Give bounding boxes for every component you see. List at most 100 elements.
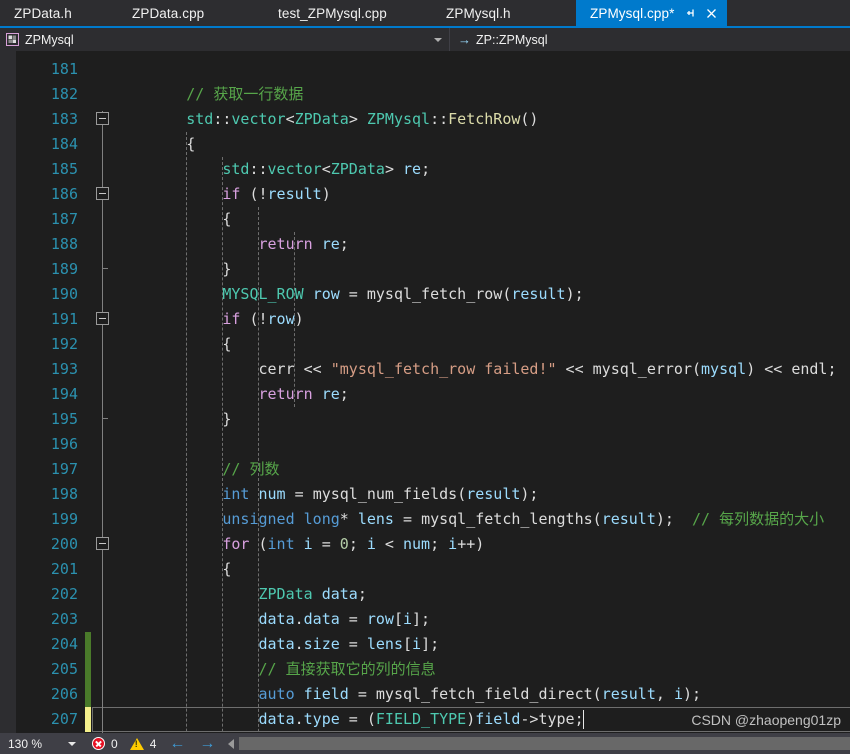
status-bar: 130 % 0 4 ← → [0,733,850,754]
line-number: 199 [50,510,78,528]
code-token: row [366,610,394,628]
line-number: 182 [50,85,78,103]
code-token: . [294,635,304,653]
code-line[interactable]: ZPData data; [114,582,367,607]
editor-tab-3[interactable]: test_ZPMysql.cpp [264,0,432,26]
member-selector-dropdown[interactable]: → ZP::ZPMysql [450,28,850,51]
error-count-value: 0 [111,736,118,751]
code-token: = [339,285,367,303]
editor-tab-1[interactable]: ZPData.h [0,0,118,26]
warning-count-value: 4 [149,736,157,751]
code-token: { [222,335,232,353]
code-line[interactable]: } [114,257,231,282]
code-line[interactable]: data.size = lens[i]; [114,632,440,657]
collapse-toggle-icon[interactable] [96,187,109,200]
code-token: ; [339,385,349,403]
close-icon[interactable] [704,6,719,21]
code-line[interactable]: cerr << "mysql_fetch_row failed!" << mys… [114,357,837,382]
code-token: ) << [746,360,792,378]
warning-count-indicator[interactable]: 4 [124,733,163,754]
code-token: ) [321,185,331,203]
code-line[interactable]: // 直接获取它的列的信息 [114,657,436,682]
line-number-gutter: 181 182 183 184 185 186 187 188 189 190 191 192 193 1… [16,51,84,733]
chevron-down-icon[interactable] [68,741,76,746]
class-selector-dropdown[interactable]: ZPMysql [0,28,450,51]
indicator-margin[interactable] [0,51,16,733]
error-count-indicator[interactable]: 0 [86,733,124,754]
code-token: MYSQL_ROW [222,285,304,303]
code-line[interactable]: for (int i = 0; i < num; i++) [114,532,484,557]
scrollbar-thumb[interactable] [239,737,850,750]
code-line[interactable]: // 列数 [114,457,279,482]
pin-icon[interactable] [684,6,698,20]
editor-tab-4[interactable]: ZPMysql.h [432,0,576,26]
code-token: data [303,610,340,628]
code-line[interactable]: // 获取一行数据 [114,82,303,107]
code-line[interactable]: { [114,332,231,357]
navigate-forward-button[interactable]: → [192,733,222,754]
code-token: data [258,610,295,628]
code-token: int [222,485,250,503]
code-token: mysql_num_fields [312,485,458,503]
code-token: // 列数 [222,460,280,478]
code-token: lens [366,635,403,653]
code-token: << [556,360,593,378]
editor-tab-2[interactable]: ZPData.cpp [118,0,264,26]
tab-label: ZPData.cpp [132,5,205,21]
code-token: lens [357,510,394,528]
code-line[interactable]: { [114,132,195,157]
code-line[interactable]: data.type = (FIELD_TYPE)field->type; [114,707,584,732]
code-token: 0 [339,535,349,553]
code-line[interactable]: if (!result) [114,182,331,207]
code-line[interactable]: std::vector<ZPData> re; [114,157,430,182]
line-number: 197 [50,460,78,478]
zoom-level-dropdown[interactable]: 130 % [0,733,86,754]
code-line[interactable]: return re; [114,382,349,407]
collapse-toggle-icon[interactable] [96,312,109,325]
code-line[interactable]: data.data = row[i]; [114,607,431,632]
code-line[interactable]: if (!row) [114,307,303,332]
line-number: 193 [50,360,78,378]
code-token: (! [240,185,268,203]
code-editor[interactable]: 181 182 183 184 185 186 187 188 189 190 191 192 193 1… [0,51,850,733]
code-token: (! [240,310,268,328]
code-token: ); [520,485,539,503]
code-line[interactable]: { [114,207,231,232]
code-token: * [339,510,358,528]
code-line[interactable]: unsigned long* lens = mysql_fetch_length… [114,507,824,532]
chevron-down-icon[interactable] [434,37,442,42]
code-line[interactable]: } [114,407,231,432]
editor-tab-5[interactable]: ZPMysql.cpp* [576,0,728,26]
code-line[interactable]: int num = mysql_num_fields(result); [114,482,538,507]
scroll-left-icon[interactable] [228,738,235,749]
horizontal-scrollbar[interactable] [222,733,850,754]
code-text-area[interactable]: // 获取一行数据 std::vector<ZPData> ZPMysql::F… [114,51,850,733]
code-token: ; [421,160,431,178]
code-token: re [321,235,340,253]
code-token: = [393,510,422,528]
code-line[interactable]: auto field = mysql_fetch_field_direct(re… [114,682,702,707]
code-token: cerr [258,360,295,378]
code-line[interactable]: return re; [114,232,349,257]
collapse-toggle-icon[interactable] [96,112,109,125]
code-folding-margin[interactable] [92,51,114,733]
change-bar-saved [85,632,91,657]
code-token: = [348,685,376,703]
current-line-highlight-gutter [92,707,114,732]
code-token: { [222,560,232,578]
collapse-toggle-icon[interactable] [96,537,109,550]
tab-label: ZPMysql.cpp* [590,5,675,21]
code-token: if [222,310,241,328]
code-line[interactable]: MYSQL_ROW row = mysql_fetch_row(result); [114,282,583,307]
code-token: result [601,510,656,528]
code-line[interactable]: std::vector<ZPData> ZPMysql::FetchRow() [114,107,538,132]
code-line[interactable]: { [114,557,231,582]
code-token: = [285,485,313,503]
navigate-backward-button[interactable]: ← [162,733,192,754]
